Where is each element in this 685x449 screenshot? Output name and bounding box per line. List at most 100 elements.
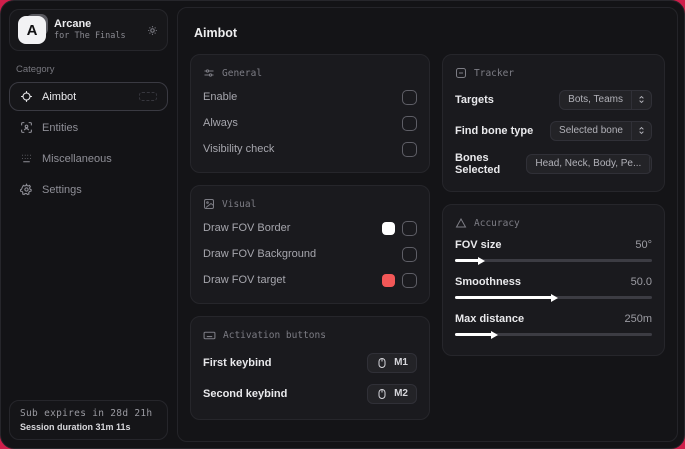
setting-label: Smoothness: [455, 276, 522, 288]
gear-icon: [20, 183, 33, 196]
setting-label: Draw FOV target: [203, 274, 286, 286]
setting-row-visibility-check: Visibility check: [203, 136, 417, 162]
setting-label: Visibility check: [203, 143, 275, 155]
main-panel: Aimbot General Enable Always Visibility …: [177, 7, 678, 442]
image-icon: [203, 198, 215, 210]
find-bone-type-dropdown[interactable]: Selected bone: [550, 120, 652, 141]
general-card-header: General: [203, 67, 417, 79]
setting-label: Enable: [203, 91, 238, 103]
sliders-icon: [203, 67, 215, 79]
dropdown-value: Bots, Teams: [568, 94, 623, 105]
slider-value: 50°: [635, 239, 652, 251]
setting-row-first-keybind: First keybind M1: [203, 347, 417, 378]
triangle-icon: [455, 217, 467, 229]
fov-target-checkbox[interactable]: [402, 272, 417, 288]
slider-knob[interactable]: [491, 330, 499, 339]
max-distance-slider[interactable]: [455, 330, 652, 339]
max-distance-slider-group: Max distance 250m: [455, 308, 652, 339]
card-title: Tracker: [474, 67, 515, 79]
crosshair-icon: [20, 90, 33, 103]
app-name: Arcane: [54, 17, 92, 30]
keyboard-icon: [203, 329, 216, 342]
card-title: General: [222, 67, 263, 79]
setting-row-find-bone-type: Find bone type Selected bone: [455, 115, 652, 146]
setting-label: Always: [203, 117, 238, 129]
slider-knob[interactable]: [477, 256, 485, 265]
tracker-card: Tracker Targets Bots, Teams Find bone ty…: [442, 54, 665, 192]
setting-label: Targets: [455, 93, 494, 106]
tracker-icon: [455, 67, 467, 79]
second-keybind-button[interactable]: M2: [367, 383, 417, 404]
fov-border-color-swatch[interactable]: [382, 221, 395, 235]
always-checkbox[interactable]: [402, 115, 417, 131]
row-controls: [382, 272, 417, 288]
fov-target-color-swatch[interactable]: [382, 273, 395, 287]
visual-card-header: Visual: [203, 198, 417, 210]
slider-header: FOV size 50°: [455, 234, 652, 253]
chevrons-up-down-icon: [631, 121, 651, 140]
bones-selected-dropdown[interactable]: Head, Neck, Body, Pe...: [526, 153, 652, 174]
accuracy-card: Accuracy FOV size 50° Smoothness 50.0 Ma…: [442, 204, 665, 356]
session-duration-text: Session duration 31m 11s: [20, 422, 131, 432]
fov-size-slider[interactable]: [455, 256, 652, 265]
sync-icon[interactable]: [146, 24, 159, 37]
keybind-value: M2: [394, 388, 408, 399]
grid-icon: [20, 152, 33, 165]
slider-value: 50.0: [630, 276, 652, 288]
setting-label: Bones Selected: [455, 151, 501, 176]
fov-border-checkbox[interactable]: [402, 220, 417, 236]
setting-label: Find bone type: [455, 124, 534, 137]
fov-size-slider-group: FOV size 50°: [455, 234, 652, 265]
sub-expiry-text: Sub expires in 28d 21h: [20, 408, 153, 419]
tracker-card-header: Tracker: [455, 67, 652, 79]
sidebar-item-label: Miscellaneous: [42, 152, 112, 165]
setting-row-fov-target: Draw FOV target: [203, 267, 417, 293]
visibility-check-checkbox[interactable]: [402, 141, 417, 157]
card-title: Activation buttons: [223, 330, 326, 341]
content-columns: General Enable Always Visibility check V…: [190, 54, 665, 420]
card-title: Accuracy: [474, 217, 520, 229]
slider-header: Smoothness 50.0: [455, 271, 652, 290]
mouse-icon: [376, 357, 388, 369]
accuracy-card-header: Accuracy: [455, 217, 652, 229]
enable-checkbox[interactable]: [402, 89, 417, 105]
setting-label: Max distance: [455, 313, 525, 325]
card-title: Visual: [222, 198, 257, 210]
app-subtitle: for The Finals: [54, 31, 126, 42]
setting-label: Draw FOV Border: [203, 222, 291, 234]
entities-icon: [20, 121, 33, 134]
sidebar-item-aimbot[interactable]: Aimbot: [9, 82, 168, 111]
sidebar-item-settings[interactable]: Settings: [9, 175, 168, 204]
smoothness-slider[interactable]: [455, 293, 652, 302]
dropdown-value: Head, Neck, Body, Pe...: [535, 158, 642, 169]
fov-background-checkbox[interactable]: [402, 246, 417, 262]
targets-dropdown[interactable]: Bots, Teams: [559, 89, 652, 110]
setting-row-fov-border: Draw FOV Border: [203, 215, 417, 241]
slider-knob[interactable]: [550, 293, 558, 302]
setting-label: First keybind: [203, 356, 272, 369]
page-title: Aimbot: [194, 26, 238, 40]
setting-row-bones-selected: Bones Selected Head, Neck, Body, Pe...: [455, 146, 652, 181]
first-keybind-button[interactable]: M1: [367, 352, 417, 373]
sidebar: A Arcane for The Finals Category Aimbot …: [1, 1, 176, 448]
general-card: General Enable Always Visibility check: [190, 54, 430, 173]
logo-letter: A: [18, 16, 46, 44]
sidebar-item-miscellaneous[interactable]: Miscellaneous: [9, 144, 168, 173]
app-logo: A: [18, 14, 48, 44]
nav-keybind-hint: [139, 92, 157, 101]
slider-fill: [455, 333, 495, 336]
app-title-block: Arcane for The Finals: [54, 18, 138, 43]
setting-row-fov-background: Draw FOV Background: [203, 241, 417, 267]
category-label: Category: [16, 64, 55, 75]
mouse-icon: [376, 388, 388, 400]
app-window: A Arcane for The Finals Category Aimbot …: [0, 0, 685, 449]
sidebar-item-entities[interactable]: Entities: [9, 113, 168, 142]
dropdown-value: Selected bone: [559, 125, 623, 136]
sidebar-item-label: Aimbot: [42, 90, 77, 103]
right-column: Tracker Targets Bots, Teams Find bone ty…: [442, 54, 665, 356]
setting-row-enable: Enable: [203, 84, 417, 110]
activation-card-header: Activation buttons: [203, 329, 417, 342]
visual-card: Visual Draw FOV Border Draw FOV Backgrou…: [190, 185, 430, 304]
sidebar-item-label: Entities: [42, 121, 79, 134]
desktop-background: A Arcane for The Finals Category Aimbot …: [0, 0, 685, 449]
